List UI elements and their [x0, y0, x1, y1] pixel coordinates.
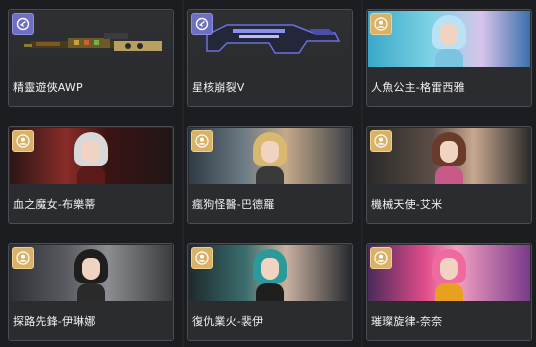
item-name: 人魚公主-格雷西雅 — [371, 81, 465, 94]
item-name: 瘋狗怪醫-巴德羅 — [192, 198, 275, 211]
item-label-row: 精靈遊俠AWP — [9, 68, 173, 106]
user-icon — [374, 17, 388, 31]
character-figure — [432, 249, 466, 301]
character-portrait — [189, 245, 351, 301]
character-figure — [74, 132, 108, 184]
item-card[interactable]: 璀璨旋律-奈奈 — [366, 243, 532, 341]
character-portrait — [10, 245, 172, 301]
item-label-row: 復仇業火-裴伊 — [188, 302, 352, 340]
item-name: 復仇業火-裴伊 — [192, 315, 264, 328]
character-badge — [191, 247, 213, 269]
item-card[interactable]: 機械天使-艾米 — [366, 126, 532, 224]
gun-icon — [195, 17, 209, 31]
item-grid: 精靈遊俠AWP 星核崩裂V 人魚公主-格雷西雅 血之魔女-布樂蒂 瘋狗怪醫-巴德… — [8, 9, 536, 341]
item-name: 精靈遊俠AWP — [13, 81, 83, 94]
item-label-row: 瘋狗怪醫-巴德羅 — [188, 185, 352, 223]
character-figure — [432, 15, 466, 67]
character-figure — [74, 249, 108, 301]
character-figure — [253, 249, 287, 301]
rifle-image — [206, 24, 341, 54]
user-icon — [195, 134, 209, 148]
item-card[interactable]: 星核崩裂V — [187, 9, 353, 107]
item-name: 血之魔女-布樂蒂 — [13, 198, 96, 211]
character-badge — [370, 13, 392, 35]
item-card[interactable]: 血之魔女-布樂蒂 — [8, 126, 174, 224]
character-badge — [370, 247, 392, 269]
user-icon — [16, 251, 30, 265]
character-badge — [191, 130, 213, 152]
gun-icon — [16, 17, 30, 31]
item-name: 星核崩裂V — [192, 81, 245, 94]
item-label-row: 璀璨旋律-奈奈 — [367, 302, 531, 340]
character-figure — [253, 132, 287, 184]
character-portrait — [10, 128, 172, 184]
item-card[interactable]: 探路先鋒-伊琳娜 — [8, 243, 174, 341]
character-portrait — [368, 245, 530, 301]
item-card[interactable]: 瘋狗怪醫-巴德羅 — [187, 126, 353, 224]
character-badge — [370, 130, 392, 152]
item-thumbnail — [10, 11, 172, 67]
user-icon — [374, 251, 388, 265]
item-card[interactable]: 人魚公主-格雷西雅 — [366, 9, 532, 107]
item-name: 機械天使-艾米 — [371, 198, 443, 211]
item-name: 璀璨旋律-奈奈 — [371, 315, 443, 328]
character-badge — [12, 130, 34, 152]
item-name: 探路先鋒-伊琳娜 — [13, 315, 96, 328]
user-icon — [195, 251, 209, 265]
character-portrait — [368, 11, 530, 67]
character-portrait — [368, 128, 530, 184]
weapon-badge — [12, 13, 34, 35]
character-portrait — [189, 128, 351, 184]
item-thumbnail — [189, 11, 351, 67]
item-card[interactable]: 復仇業火-裴伊 — [187, 243, 353, 341]
user-icon — [16, 134, 30, 148]
item-card[interactable]: 精靈遊俠AWP — [8, 9, 174, 107]
item-label-row: 人魚公主-格雷西雅 — [367, 68, 531, 106]
character-badge — [12, 247, 34, 269]
user-icon — [374, 134, 388, 148]
item-label-row: 血之魔女-布樂蒂 — [9, 185, 173, 223]
sniper-rifle-image — [24, 33, 162, 51]
item-label-row: 探路先鋒-伊琳娜 — [9, 302, 173, 340]
item-label-row: 星核崩裂V — [188, 68, 352, 106]
item-label-row: 機械天使-艾米 — [367, 185, 531, 223]
character-figure — [432, 132, 466, 184]
weapon-badge — [191, 13, 213, 35]
